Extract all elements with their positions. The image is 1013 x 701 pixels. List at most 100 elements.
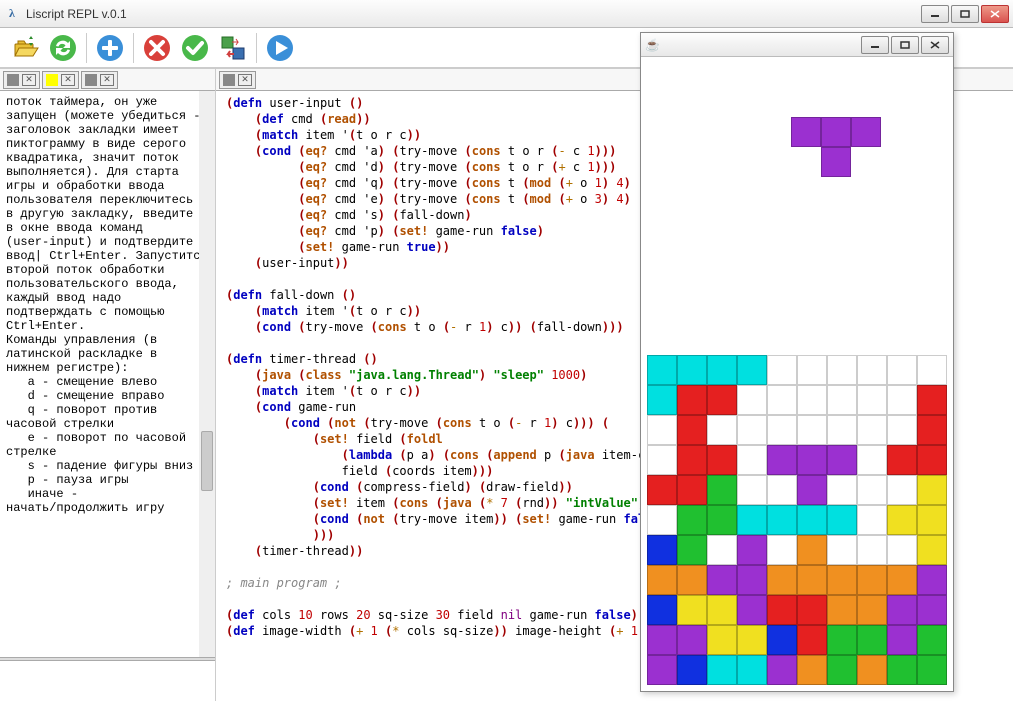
grid-cell [647,535,677,565]
grid-cell [827,475,857,505]
accept-button[interactable] [178,31,212,65]
grid-cell [707,655,737,685]
grid-cell [887,415,917,445]
grid-cell [767,415,797,445]
left-tab-row: ✕ ✕ ✕ [0,69,215,91]
grid-cell [767,595,797,625]
tab-status-icon [46,74,58,86]
grid-cell [707,535,737,565]
grid-cell [677,355,707,385]
grid-cell [857,565,887,595]
grid-cell [797,565,827,595]
transfer-button[interactable] [216,31,250,65]
grid-cell [857,535,887,565]
grid-cell [647,385,677,415]
grid-cell [737,415,767,445]
tab-close-icon[interactable]: ✕ [61,74,75,86]
grid-cell [917,655,947,685]
grid-cell [887,355,917,385]
toolbar-separator [86,33,87,63]
grid-cell [737,535,767,565]
grid-cell [797,445,827,475]
game-close-button[interactable] [921,36,949,54]
game-maximize-button[interactable] [891,36,919,54]
grid-cell [917,565,947,595]
grid-cell [677,565,707,595]
grid-cell [887,625,917,655]
command-input[interactable] [0,661,215,701]
main-titlebar: λ Liscript REPL v.0.1 [0,0,1013,28]
grid-cell [707,445,737,475]
game-window: ☕ [640,32,954,692]
grid-cell [827,355,857,385]
grid-cell [647,355,677,385]
minimize-button[interactable] [921,5,949,23]
grid-row [647,355,947,385]
grid-cell [677,625,707,655]
grid-row [647,595,947,625]
grid-cell [797,535,827,565]
grid-cell [647,475,677,505]
open-button[interactable] [8,31,42,65]
grid-cell [737,475,767,505]
grid-cell [767,445,797,475]
grid-cell [767,385,797,415]
grid-cell [917,445,947,475]
tab-chip[interactable]: ✕ [219,71,256,89]
grid-cell [797,475,827,505]
tab-chip[interactable]: ✕ [81,71,118,89]
grid-cell [797,385,827,415]
grid-cell [707,475,737,505]
cancel-button[interactable] [140,31,174,65]
tab-close-icon[interactable]: ✕ [100,74,114,86]
grid-cell [917,475,947,505]
grid-cell [917,595,947,625]
toolbar-separator [133,33,134,63]
grid-cell [767,355,797,385]
grid-cell [677,655,707,685]
grid-cell [707,565,737,595]
grid-cell [677,595,707,625]
grid-cell [737,505,767,535]
grid-cell [707,385,737,415]
grid-row [647,535,947,565]
grid-cell [677,505,707,535]
maximize-button[interactable] [951,5,979,23]
grid-cell [737,385,767,415]
tab-close-icon[interactable]: ✕ [238,74,252,86]
grid-row [647,415,947,445]
grid-cell [677,415,707,445]
refresh-button[interactable] [46,31,80,65]
run-button[interactable] [263,31,297,65]
grid-cell [707,415,737,445]
grid-cell [917,415,947,445]
grid-cell [827,595,857,625]
tab-close-icon[interactable]: ✕ [22,74,36,86]
grid-cell [647,505,677,535]
grid-cell [827,385,857,415]
grid-cell [887,535,917,565]
grid-cell [857,475,887,505]
grid-cell [797,625,827,655]
grid-cell [917,535,947,565]
falling-piece [761,117,881,177]
grid-cell [827,655,857,685]
grid-cell [827,505,857,535]
grid-cell [737,595,767,625]
add-button[interactable] [93,31,127,65]
tab-chip[interactable]: ✕ [42,71,79,89]
grid-cell [707,625,737,655]
grid-row [647,445,947,475]
left-scrollbar[interactable] [199,91,215,657]
grid-cell [767,625,797,655]
java-icon: ☕ [645,38,659,52]
grid-cell [917,385,947,415]
grid-row [647,565,947,595]
grid-cell [737,445,767,475]
grid-cell [827,565,857,595]
grid-cell [647,595,677,625]
game-minimize-button[interactable] [861,36,889,54]
tab-chip[interactable]: ✕ [3,71,40,89]
grid-cell [887,505,917,535]
close-button[interactable] [981,5,1009,23]
